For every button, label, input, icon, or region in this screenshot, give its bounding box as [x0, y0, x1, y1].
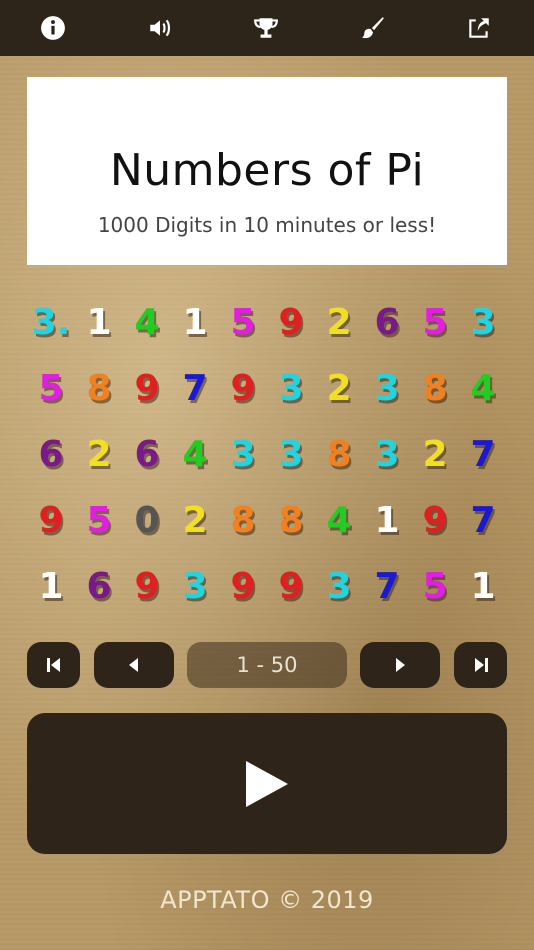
info-icon[interactable]	[36, 12, 70, 44]
pi-digit[interactable]: 4	[171, 427, 219, 483]
trophy-icon[interactable]	[249, 12, 283, 44]
pi-digit[interactable]: 1	[363, 493, 411, 549]
pi-digit[interactable]: 3	[267, 427, 315, 483]
pi-digit[interactable]: 8	[315, 427, 363, 483]
digit-grid: 3. 1 4 1 5 9 2 6 5 3 5 8 9 7 9 3 2 3 8 4 6 2 6 4 3 3 8 3 2 7 9 5 0 2 8 8 4 1 9…	[27, 295, 507, 625]
pi-digit[interactable]: 3	[363, 427, 411, 483]
pi-digit[interactable]: 3.	[27, 295, 75, 351]
pi-digit[interactable]: 4	[459, 361, 507, 417]
page-range-label: 1 - 50	[187, 642, 347, 688]
page-subtitle: 1000 Digits in 10 minutes or less!	[97, 213, 437, 237]
pi-digit[interactable]: 3	[267, 361, 315, 417]
pi-digit[interactable]: 2	[171, 493, 219, 549]
pi-digit[interactable]: 9	[27, 493, 75, 549]
pi-digit[interactable]: 4	[315, 493, 363, 549]
pi-digit[interactable]: 2	[315, 295, 363, 351]
pi-digit[interactable]: 7	[171, 361, 219, 417]
pi-digit[interactable]: 3	[459, 295, 507, 351]
pi-digit[interactable]: 8	[411, 361, 459, 417]
pi-digit[interactable]: 9	[411, 493, 459, 549]
last-page-button[interactable]	[454, 642, 507, 688]
pi-digit[interactable]: 9	[219, 559, 267, 615]
next-page-button[interactable]	[360, 642, 440, 688]
pi-digit[interactable]: 5	[27, 361, 75, 417]
pi-digit[interactable]: 1	[27, 559, 75, 615]
pi-digit[interactable]: 7	[363, 559, 411, 615]
volume-icon[interactable]	[143, 12, 177, 44]
pi-digit[interactable]: 1	[171, 295, 219, 351]
pi-digit[interactable]: 8	[219, 493, 267, 549]
pi-digit[interactable]: 3	[363, 361, 411, 417]
next-icon	[396, 658, 405, 672]
title-card: Numbers of Pi 1000 Digits in 10 minutes …	[27, 77, 507, 265]
pi-digit[interactable]: 1	[459, 559, 507, 615]
pi-digit[interactable]: 7	[459, 427, 507, 483]
pi-digit[interactable]: 8	[75, 361, 123, 417]
pi-digit[interactable]: 5	[411, 295, 459, 351]
pi-digit[interactable]: 3	[315, 559, 363, 615]
pi-digit[interactable]: 1	[75, 295, 123, 351]
pi-digit[interactable]: 9	[267, 559, 315, 615]
pi-digit[interactable]: 9	[123, 361, 171, 417]
pi-digit[interactable]: 7	[459, 493, 507, 549]
pi-digit[interactable]: 3	[219, 427, 267, 483]
pi-digit[interactable]: 5	[75, 493, 123, 549]
pi-digit[interactable]: 2	[75, 427, 123, 483]
pi-digit[interactable]: 3	[171, 559, 219, 615]
pi-digit[interactable]: 9	[219, 361, 267, 417]
pi-digit[interactable]: 6	[123, 427, 171, 483]
pi-digit[interactable]: 2	[411, 427, 459, 483]
previous-page-button[interactable]	[94, 642, 174, 688]
pi-digit[interactable]: 5	[411, 559, 459, 615]
pi-digit[interactable]: 9	[123, 559, 171, 615]
skip-first-icon	[46, 658, 60, 672]
skip-last-icon	[474, 658, 488, 672]
top-toolbar	[0, 0, 534, 56]
play-icon	[246, 760, 288, 807]
prev-icon	[129, 658, 138, 672]
play-button[interactable]	[27, 713, 507, 854]
pi-digit[interactable]: 0	[123, 493, 171, 549]
page-title: Numbers of Pi	[109, 145, 425, 196]
first-page-button[interactable]	[27, 642, 80, 688]
share-icon[interactable]	[462, 12, 496, 44]
pi-digit[interactable]: 6	[75, 559, 123, 615]
pi-digit[interactable]: 6	[363, 295, 411, 351]
footer-copyright: APPTATO © 2019	[160, 886, 374, 914]
pi-digit[interactable]: 9	[267, 295, 315, 351]
pi-digit[interactable]: 8	[267, 493, 315, 549]
pi-digit[interactable]: 5	[219, 295, 267, 351]
pi-digit[interactable]: 2	[315, 361, 363, 417]
brush-icon[interactable]	[356, 12, 390, 44]
pi-digit[interactable]: 6	[27, 427, 75, 483]
pi-digit[interactable]: 4	[123, 295, 171, 351]
